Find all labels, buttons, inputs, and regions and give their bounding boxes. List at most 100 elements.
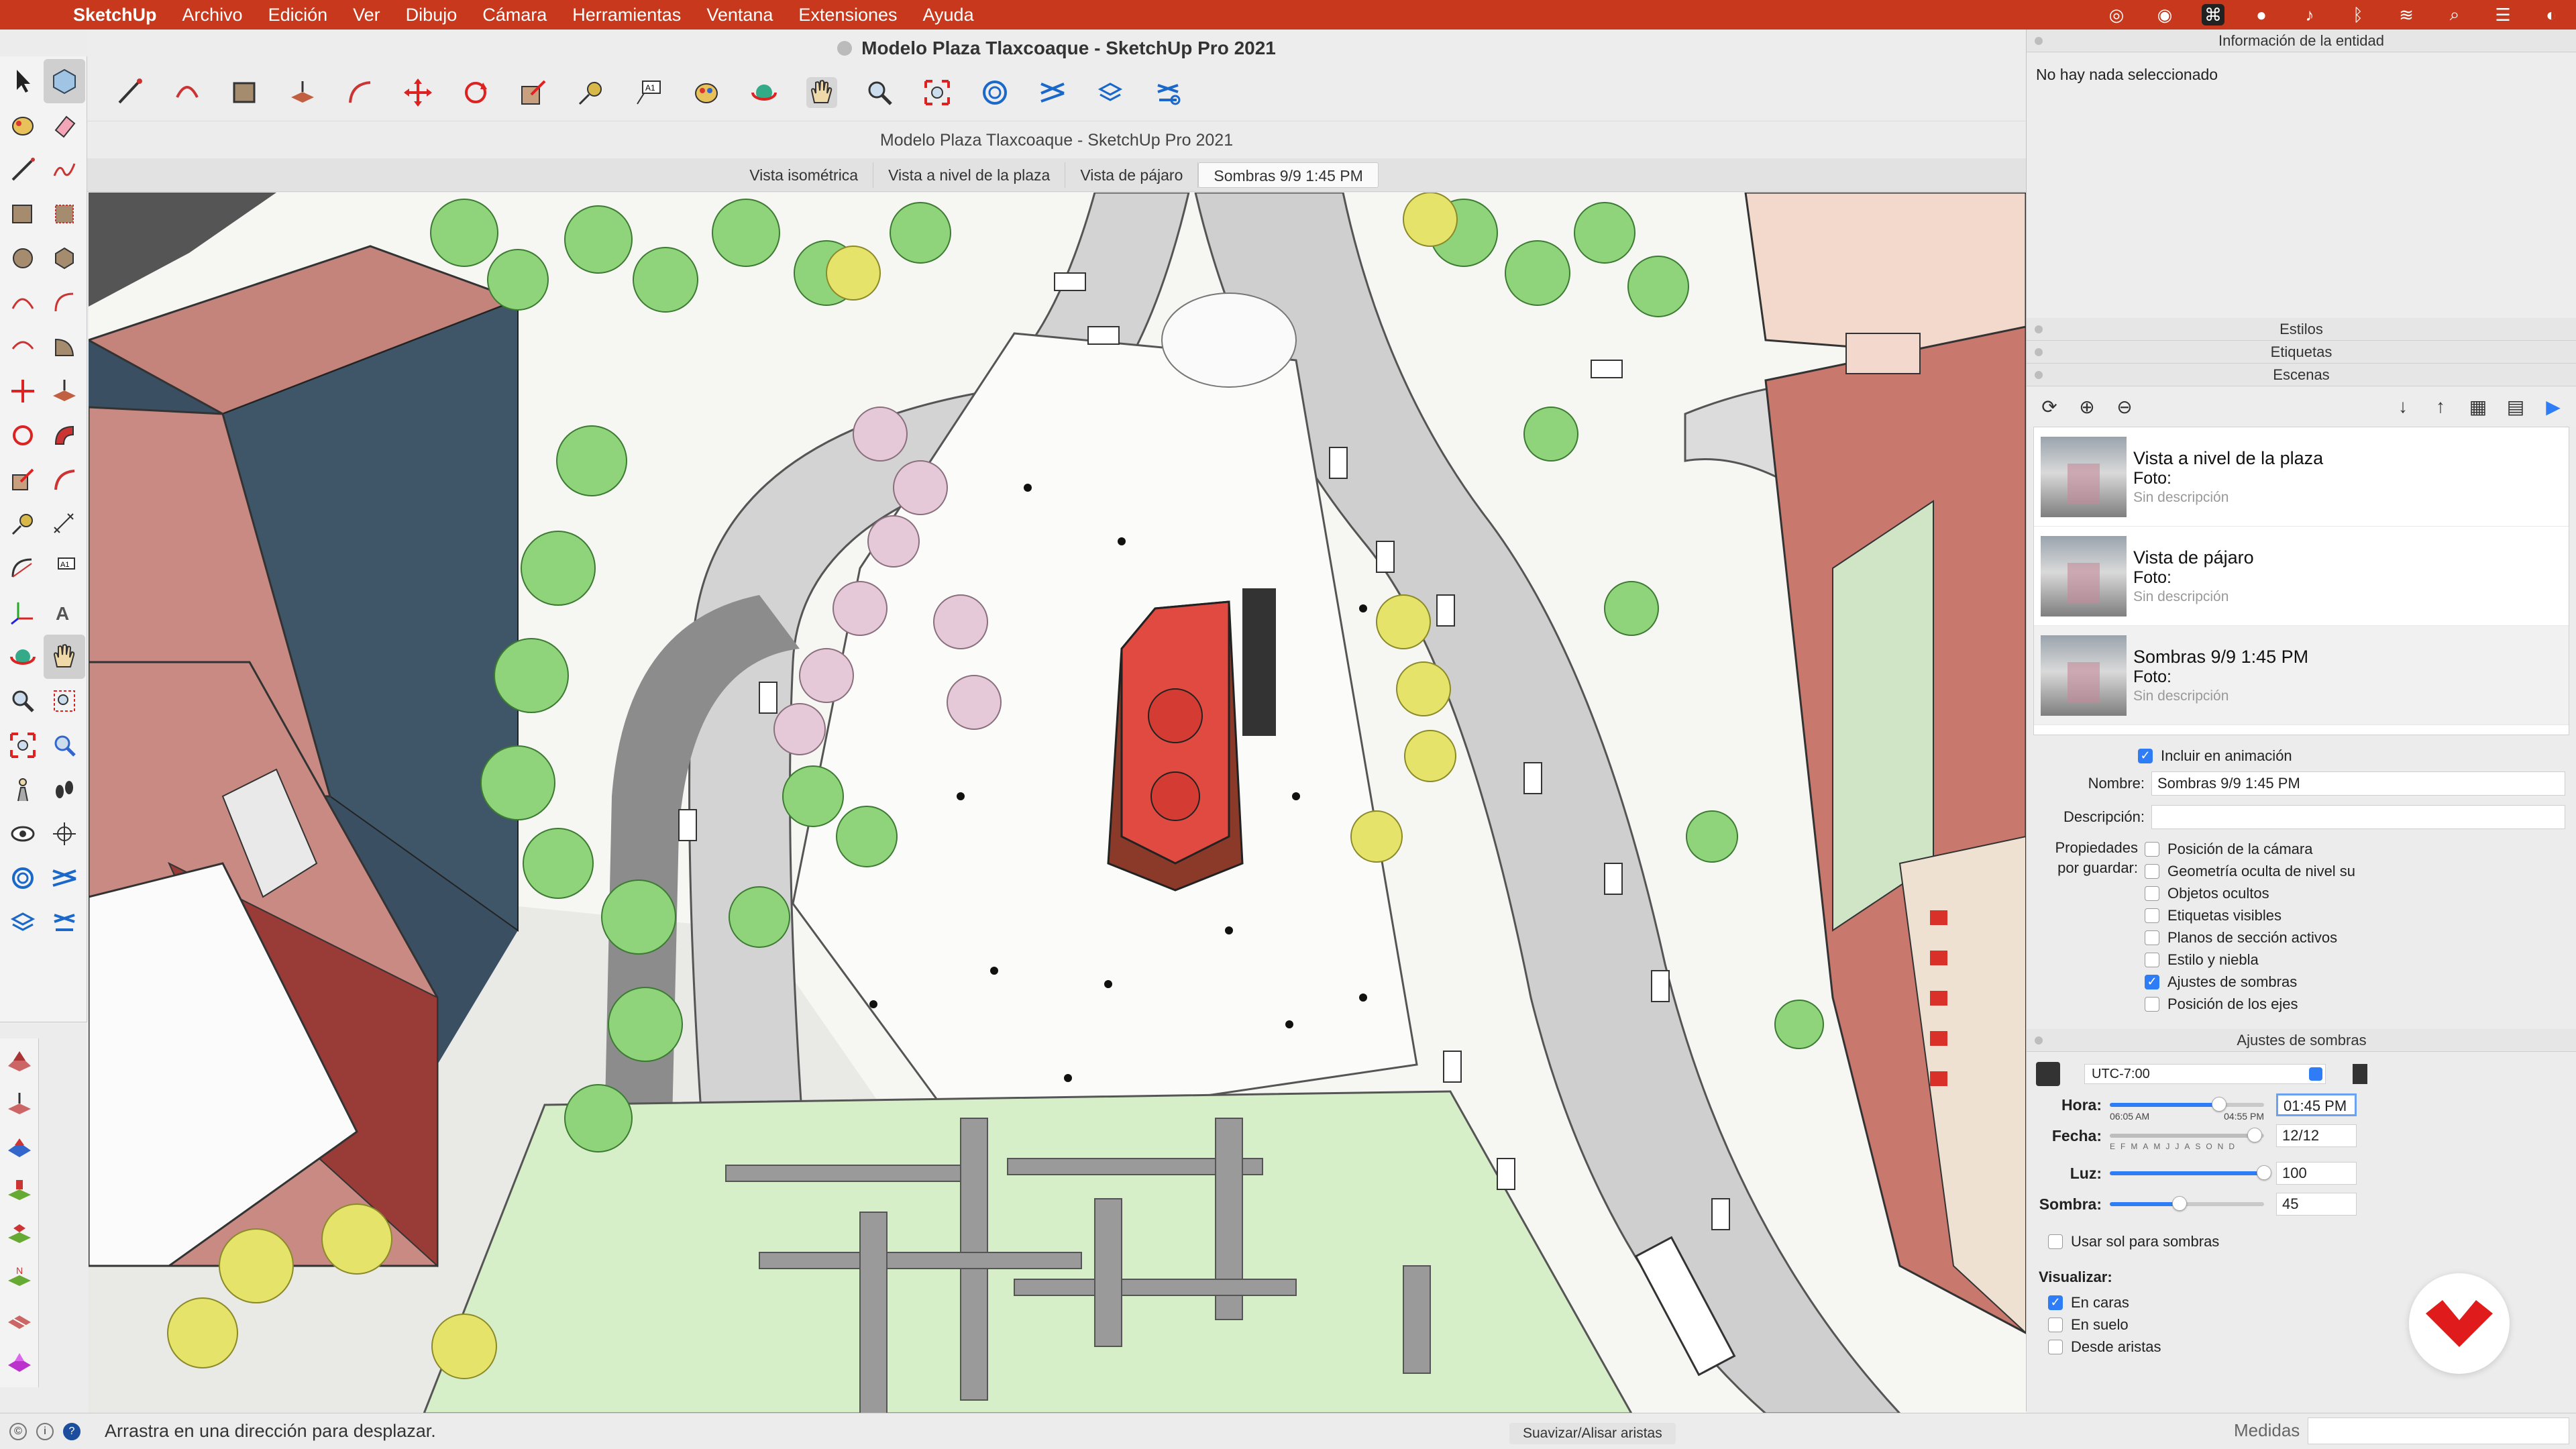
- tab-vista-isometrica[interactable]: Vista isométrica: [735, 162, 874, 188]
- bluetooth-icon[interactable]: ᛒ: [2347, 5, 2369, 25]
- section-plane-icon[interactable]: [44, 812, 85, 856]
- description-field[interactable]: [2151, 805, 2565, 829]
- extension-warehouse-icon[interactable]: [1037, 77, 1068, 108]
- menu-ventana[interactable]: Ventana: [694, 5, 786, 25]
- orbit-icon[interactable]: [749, 77, 780, 108]
- add-detail-icon[interactable]: N: [0, 1253, 38, 1296]
- volume-icon[interactable]: ♪: [2298, 5, 2321, 25]
- sandbox-contours-icon[interactable]: [0, 1038, 38, 1081]
- share-model-icon[interactable]: [1095, 77, 1126, 108]
- make-component-icon[interactable]: [44, 59, 85, 103]
- shadow-toggle-icon[interactable]: [2036, 1062, 2060, 1086]
- from-edges-checkbox[interactable]: [2048, 1339, 2063, 1354]
- arc-tool-icon[interactable]: [172, 77, 203, 108]
- menu-camara[interactable]: Cámara: [470, 5, 559, 25]
- tape-measure-icon[interactable]: [2, 502, 44, 546]
- expand-icon[interactable]: ▶: [2541, 394, 2565, 419]
- text-tool-icon[interactable]: A1: [633, 77, 664, 108]
- look-around-icon[interactable]: [2, 812, 44, 856]
- warehouse-icon[interactable]: [2, 856, 44, 900]
- menu-herramientas[interactable]: Herramientas: [559, 5, 694, 25]
- date-slider[interactable]: [2110, 1128, 2264, 1142]
- help-icon[interactable]: ?: [63, 1422, 80, 1440]
- include-animation-checkbox[interactable]: ✓: [2138, 748, 2153, 763]
- light-field[interactable]: 100: [2276, 1162, 2357, 1185]
- offset-icon[interactable]: [44, 458, 85, 502]
- smoove-icon[interactable]: [0, 1124, 38, 1167]
- pie-icon[interactable]: [44, 325, 85, 369]
- rectangle-icon[interactable]: [2, 192, 44, 236]
- tab-vista-pajaro[interactable]: Vista de pájaro: [1065, 162, 1199, 188]
- move-icon[interactable]: [402, 77, 433, 108]
- three-point-arc-icon[interactable]: [2, 325, 44, 369]
- scene-item-sombras[interactable]: Sombras 9/9 1:45 PM Foto: Sin descripció…: [2034, 626, 2569, 725]
- zoom-window-icon[interactable]: [44, 679, 85, 723]
- credits-icon[interactable]: i: [36, 1422, 54, 1440]
- smooth-edges-button[interactable]: Suavizar/Alisar aristas: [1509, 1423, 1676, 1444]
- property-checkbox[interactable]: ✓: [2145, 974, 2159, 989]
- zoom-icon[interactable]: [2, 679, 44, 723]
- time-slider[interactable]: [2110, 1097, 2264, 1112]
- property-checkbox[interactable]: [2145, 841, 2159, 857]
- rotate-icon[interactable]: [2, 413, 44, 458]
- shadow-field[interactable]: 45: [2276, 1193, 2357, 1216]
- scale-icon[interactable]: [518, 77, 549, 108]
- zoom-icon[interactable]: [864, 77, 895, 108]
- property-row[interactable]: Posición de la cámara: [2145, 838, 2355, 860]
- property-row[interactable]: Posición de los ejes: [2145, 993, 2355, 1015]
- control-center-icon[interactable]: ☰: [2491, 5, 2514, 25]
- scenes-panel-header[interactable]: Escenas: [2027, 364, 2576, 386]
- extension-manager-icon[interactable]: [44, 900, 85, 945]
- property-checkbox[interactable]: [2145, 952, 2159, 967]
- shadow-settings-header[interactable]: Ajustes de sombras: [2027, 1029, 2576, 1052]
- dimension-icon[interactable]: [44, 502, 85, 546]
- sandbox-purple-icon[interactable]: [0, 1339, 38, 1382]
- name-field[interactable]: Sombras 9/9 1:45 PM: [2151, 771, 2565, 796]
- extension-manager-icon[interactable]: [1152, 77, 1183, 108]
- paint-bucket-icon[interactable]: [2, 103, 44, 148]
- timezone-select[interactable]: UTC-7:00: [2084, 1064, 2326, 1084]
- measures-field[interactable]: [2308, 1417, 2569, 1444]
- orbit-icon[interactable]: [2, 635, 44, 679]
- select-icon[interactable]: [2, 59, 44, 103]
- shadow-slider-knob[interactable]: [2171, 1196, 2187, 1211]
- use-sun-checkbox[interactable]: [2048, 1234, 2063, 1249]
- protractor-icon[interactable]: [2, 546, 44, 590]
- date-field[interactable]: 12/12: [2276, 1124, 2357, 1147]
- model-viewport[interactable]: [89, 193, 2026, 1413]
- flip-edge-icon[interactable]: [0, 1296, 38, 1339]
- menu-extensiones[interactable]: Extensiones: [786, 5, 910, 25]
- rotated-rectangle-icon[interactable]: [44, 192, 85, 236]
- sandbox-scratch-icon[interactable]: [0, 1081, 38, 1124]
- walk-icon[interactable]: [44, 767, 85, 812]
- position-camera-icon[interactable]: [2, 767, 44, 812]
- shadow-details-icon[interactable]: [2353, 1064, 2367, 1084]
- zoom-extents-icon[interactable]: [922, 77, 953, 108]
- drape-icon[interactable]: [0, 1210, 38, 1253]
- paint-bucket-icon[interactable]: [691, 77, 722, 108]
- view-options-icon[interactable]: ▦: [2466, 394, 2490, 419]
- property-checkbox[interactable]: [2145, 930, 2159, 945]
- arc-icon[interactable]: [2, 280, 44, 325]
- styles-panel-header[interactable]: Estilos: [2027, 318, 2576, 341]
- date-slider-knob[interactable]: [2247, 1128, 2263, 1142]
- scene-item-plaza[interactable]: Vista a nivel de la plaza Foto: Sin desc…: [2034, 427, 2569, 527]
- menu-app-name[interactable]: SketchUp: [60, 5, 170, 25]
- menu-edicion[interactable]: Edición: [256, 5, 341, 25]
- time-field[interactable]: 01:45 PM: [2276, 1093, 2357, 1116]
- time-slider-knob[interactable]: [2212, 1097, 2227, 1112]
- text-icon[interactable]: A1: [44, 546, 85, 590]
- menu-ayuda[interactable]: Ayuda: [910, 5, 987, 25]
- property-row[interactable]: Planos de sección activos: [2145, 926, 2355, 949]
- circle-icon[interactable]: [2, 236, 44, 280]
- share-model-icon[interactable]: [2, 900, 44, 945]
- polygon-icon[interactable]: [44, 236, 85, 280]
- wifi-icon[interactable]: ≋: [2395, 5, 2418, 25]
- warehouse-icon[interactable]: [979, 77, 1010, 108]
- property-row[interactable]: Etiquetas visibles: [2145, 904, 2355, 926]
- use-sun-row[interactable]: Usar sol para sombras: [2048, 1230, 2567, 1252]
- menu-archivo[interactable]: Archivo: [170, 5, 256, 25]
- scale-icon[interactable]: [2, 458, 44, 502]
- creative-cloud-icon[interactable]: ◎: [2105, 5, 2128, 25]
- push-pull-icon[interactable]: [287, 77, 318, 108]
